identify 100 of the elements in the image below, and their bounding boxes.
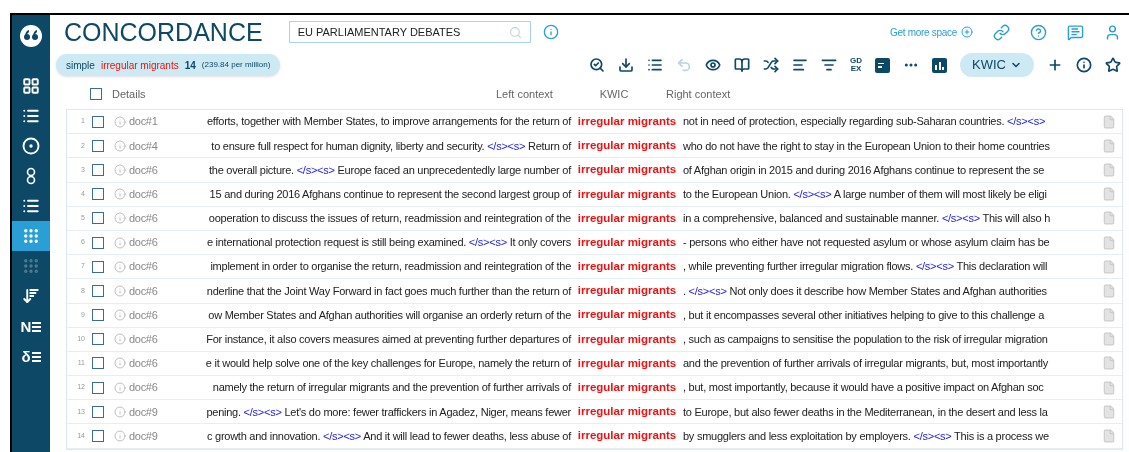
row-checkbox[interactable] [92, 115, 104, 128]
concordance-icon[interactable] [22, 227, 40, 245]
kwic-cell[interactable]: irregular migrants [571, 209, 683, 227]
query-term: irregular migrants [100, 58, 179, 73]
eye-icon[interactable] [705, 57, 722, 73]
row-checkbox[interactable] [92, 212, 104, 225]
left-context: pening. </s><s> Let's do more: fewer traffickers in Agadez, Niger, means fewer [205, 404, 571, 420]
left-context: to ensure full respect for human dignity, liberty and security. </s><s> Return of [210, 138, 571, 154]
doc-id[interactable]: doc#6 [129, 379, 163, 396]
row-checkbox[interactable] [92, 139, 104, 152]
right-context: to Europe, but also fewer deaths in the Mediterranean, in the desert and less la [683, 404, 1049, 420]
doc-id[interactable]: doc#6 [129, 185, 163, 203]
left-context: For instance, it also covers measures aimed at preventing further departures of [205, 332, 571, 348]
kwic-cell[interactable]: irregular migrants [571, 354, 683, 373]
doc-id[interactable]: doc#9 [129, 427, 163, 445]
hit-count: 14 [184, 58, 196, 73]
link-icon[interactable] [993, 23, 1010, 41]
doc-id[interactable]: doc#6 [129, 355, 163, 372]
help-icon[interactable] [1030, 23, 1047, 41]
list-icon[interactable] [647, 57, 664, 73]
kwic-cell[interactable]: irregular migrants [571, 112, 683, 131]
right-context: in a comprehensive, balanced and sustainable manner. </s><s> This will also h [683, 211, 1052, 227]
left-context: e international protection request is still being examined. </s><s> It only covers [205, 235, 571, 251]
frequency: (239.84 per million) [201, 59, 271, 71]
star-icon[interactable] [1105, 57, 1121, 73]
kwic-cell[interactable]: irregular migrants [571, 306, 683, 324]
right-context: , while preventing further irregular migration flows. </s><s> This declaration will [683, 259, 1049, 275]
left-context: e it would help solve one of the key challenges for Europe, namely the return of [204, 356, 571, 372]
corpus-field[interactable]: EU PARLIAMENTARY DEBATES [288, 21, 531, 43]
doc-id[interactable]: doc#6 [129, 161, 163, 179]
right-context: to the European Union. </s><s> A large number of them will most likely be eligi [683, 186, 1048, 202]
logo-icon[interactable] [19, 24, 43, 48]
info-icon[interactable] [1076, 57, 1092, 73]
view-dropdown[interactable]: KWIC [960, 53, 1034, 77]
row-checkbox[interactable] [92, 381, 104, 394]
kwic-cell[interactable]: irregular migrants [571, 161, 683, 179]
gdex-icon[interactable]: GD EX [850, 57, 863, 73]
shuffle-icon[interactable] [763, 57, 780, 73]
doc-id[interactable]: doc#6 [129, 282, 163, 300]
right-context: , such as campaigns to sensitise the population to the risk of irregular migration [683, 332, 1049, 348]
left-context: efforts, together with Member States, to improve arrangements for the return of [206, 114, 571, 130]
feedback-icon[interactable] [1067, 23, 1084, 41]
row-checkbox[interactable] [92, 309, 104, 322]
doc-id[interactable]: doc#6 [129, 234, 163, 251]
row-checkbox[interactable] [92, 236, 104, 249]
sort-icon[interactable] [792, 57, 809, 73]
kwic-cell[interactable]: irregular migrants [571, 233, 683, 252]
row-checkbox[interactable] [92, 357, 104, 370]
left-context: 15 and during 2016 Afghans continue to represent the second largest group of [208, 186, 571, 202]
chart-icon[interactable] [932, 57, 948, 73]
row-checkbox[interactable] [92, 260, 104, 273]
sort-icon[interactable] [22, 287, 40, 305]
search-icon[interactable] [589, 57, 606, 73]
kwic-cell[interactable]: irregular migrants [571, 137, 683, 155]
target-icon[interactable] [22, 137, 40, 155]
kwic-cell[interactable]: irregular migrants [571, 379, 683, 397]
right-context: . </s><s> Not only does it describe how Member States and Afghan authorities [683, 283, 1048, 299]
row-checkbox[interactable] [92, 405, 104, 418]
right-context: by smugglers and less exploitation by employers. </s><s> This is a process we [683, 428, 1050, 444]
kwic-cell[interactable]: irregular migrants [571, 282, 683, 300]
query-type: simple [66, 58, 95, 73]
plus-icon[interactable] [1047, 57, 1063, 73]
download-icon[interactable] [618, 57, 635, 73]
select-all-checkbox[interactable] [90, 88, 102, 100]
row-checkbox[interactable] [92, 163, 104, 176]
filter-icon[interactable] [821, 57, 838, 73]
doc-id[interactable]: doc#6 [129, 306, 163, 324]
left-context: c growth and innovation. </s><s> And it will lead to fewer deaths, less abuse of [205, 428, 571, 444]
right-context: of Afghan origin in 2015 and during 2016 Afghans continue to represent the se [683, 162, 1046, 178]
kwic-cell[interactable]: irregular migrants [571, 330, 683, 348]
kwic-cell[interactable]: irregular migrants [571, 403, 683, 421]
get-more-space-link[interactable]: Get more space [890, 24, 973, 40]
list-icon[interactable] [22, 107, 40, 125]
kwic-cell[interactable]: irregular migrants [571, 427, 683, 445]
doc-id[interactable]: doc#1 [129, 113, 163, 130]
doc-id[interactable]: doc#9 [129, 403, 163, 421]
panel-icon[interactable] [875, 57, 891, 73]
row-checkbox[interactable] [92, 188, 104, 201]
sidebar-item[interactable]: δ [12, 341, 50, 371]
query-pill[interactable]: simple irregular migrants 14 (239.84 per million) [56, 54, 281, 76]
sidebar-item[interactable]: N [12, 311, 50, 341]
kwic-cell[interactable]: irregular migrants [571, 258, 683, 276]
user-icon[interactable] [1104, 23, 1121, 41]
book-icon[interactable] [734, 57, 751, 73]
row-checkbox[interactable] [92, 284, 104, 297]
circles-icon[interactable] [26, 167, 36, 185]
kwic-cell[interactable]: irregular migrants [571, 185, 683, 203]
right-context: , but it encompasses several other initiatives helping to give to this challenge a [683, 307, 1046, 323]
row-checkbox[interactable] [92, 333, 104, 346]
left-context: nderline that the Joint Way Forward in fact goes much further than the return of [205, 283, 571, 299]
doc-id[interactable]: doc#6 [129, 331, 163, 348]
dashboard-icon[interactable] [22, 77, 40, 95]
right-context: not in need of protection, especially regarding sub-Saharan countries. </s><s> [683, 114, 1047, 130]
column-header: KWIC [598, 86, 630, 102]
row-checkbox[interactable] [92, 430, 104, 443]
left-context: ooperation to discuss the issues of return, readmission and reintegration of the [207, 211, 571, 227]
doc-id[interactable]: doc#4 [129, 137, 163, 155]
doc-id[interactable]: doc#6 [129, 210, 163, 227]
doc-id[interactable]: doc#6 [129, 258, 163, 275]
bullet-list-icon[interactable] [22, 197, 40, 215]
